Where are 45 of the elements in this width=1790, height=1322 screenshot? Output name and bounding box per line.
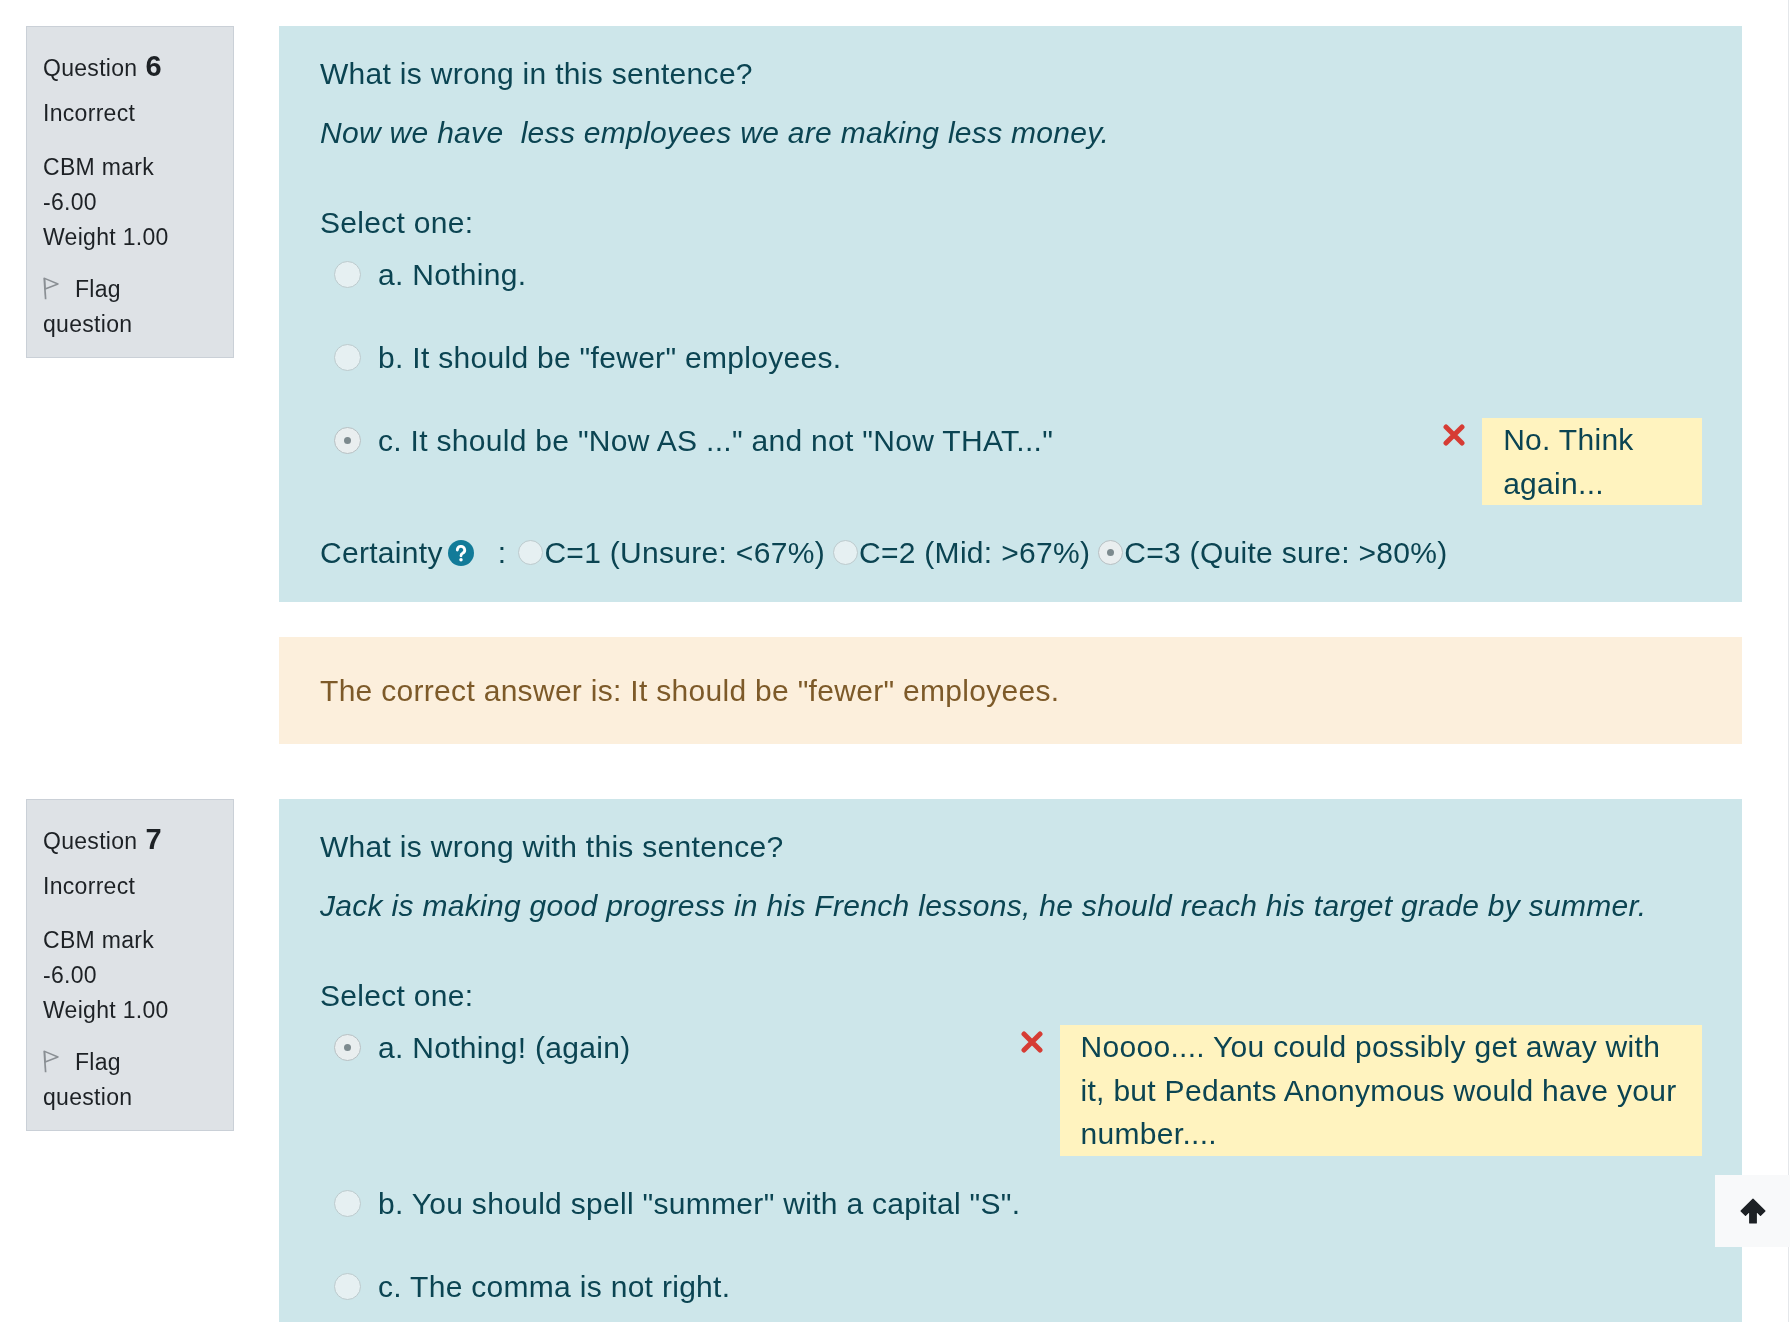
- certainty-option-label: C=3 (Quite sure: >80%): [1124, 535, 1448, 571]
- separator-colon: :: [497, 535, 507, 571]
- select-prompt: Select one:: [320, 978, 474, 1014]
- question-label: Question: [43, 827, 138, 856]
- example-sentence: Now we have less employees we are making less money.: [320, 115, 1109, 151]
- radio-button[interactable]: [334, 427, 361, 454]
- feedback-callout: Noooo.... You could possibly get away with it, but Pedants Anonymous would have your number....: [1059, 1025, 1702, 1156]
- option-label: b. It should be "fewer" employees.: [378, 340, 842, 376]
- mark-label: CBM mark: [43, 926, 154, 955]
- question-number: 6: [145, 49, 162, 84]
- radio-button[interactable]: [832, 540, 858, 565]
- radio-button[interactable]: [518, 540, 544, 565]
- correct-answer-text: The correct answer is: It should be "fewer" employees.: [320, 674, 1060, 707]
- select-prompt: Select one:: [320, 205, 474, 241]
- weight-text: Weight 1.00: [43, 223, 169, 252]
- option-label: c. The comma is not right.: [378, 1268, 731, 1305]
- certainty-option-label: C=1 (Unsure: <67%): [544, 535, 825, 571]
- question-status: Incorrect: [43, 872, 136, 901]
- flag-question-link[interactable]: Flag question: [43, 272, 173, 342]
- question-text: What is wrong in this sentence?: [320, 56, 753, 92]
- option-label: b. You should spell "summer" with a capital "S".: [378, 1185, 1021, 1222]
- question-text: What is wrong with this sentence?: [320, 829, 784, 865]
- question-label: Question: [43, 54, 138, 83]
- option-label: c. It should be "Now AS ..." and not "Now THAT...": [378, 423, 1054, 459]
- question-status: Incorrect: [43, 99, 136, 128]
- flag-question-link[interactable]: Flag question: [43, 1045, 173, 1115]
- mark-value: -6.00: [43, 188, 97, 217]
- radio-button[interactable]: [334, 344, 361, 371]
- mark-label: CBM mark: [43, 153, 154, 182]
- certainty-option-label: C=2 (Mid: >67%): [858, 535, 1091, 571]
- help-icon[interactable]: [447, 539, 474, 566]
- radio-button[interactable]: [334, 1034, 361, 1061]
- example-sentence: Jack is making good progress in his French lessons, he should reach his target grade by summer.: [320, 888, 1647, 924]
- weight-text: Weight 1.00: [43, 996, 169, 1025]
- back-to-top-button[interactable]: [1715, 1175, 1790, 1247]
- mark-value: -6.00: [43, 961, 97, 990]
- radio-button[interactable]: [1098, 540, 1124, 565]
- radio-button[interactable]: [334, 261, 361, 288]
- radio-button[interactable]: [334, 1272, 361, 1300]
- radio-button[interactable]: [334, 1189, 361, 1217]
- certainty-label: Certainty: [320, 535, 443, 571]
- option-label: a. Nothing! (again): [378, 1030, 631, 1066]
- question-number: 7: [145, 822, 162, 857]
- option-label: a. Nothing.: [378, 257, 527, 293]
- feedback-callout: No. Think again...: [1482, 418, 1702, 505]
